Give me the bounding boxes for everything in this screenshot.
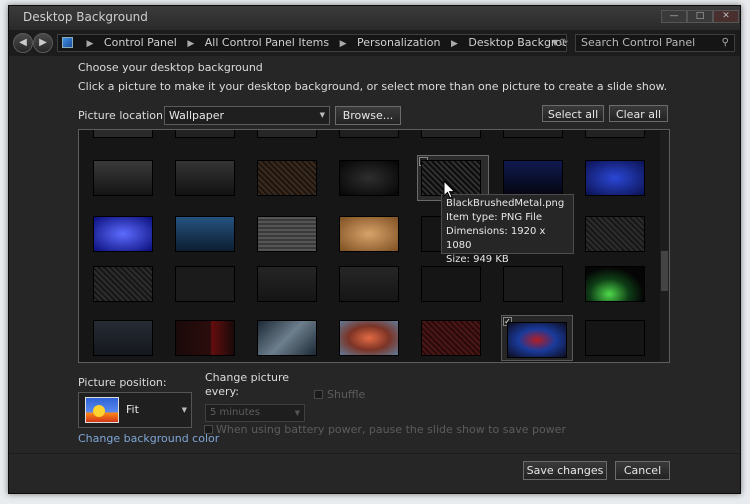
wallpaper-thumbnail[interactable] bbox=[503, 266, 563, 302]
title-bar: Desktop Background — □ ✕ bbox=[9, 6, 740, 30]
wallpaper-thumbnail[interactable] bbox=[257, 320, 317, 356]
wallpaper-thumbnail[interactable] bbox=[175, 160, 235, 196]
breadcrumb-item[interactable]: All Control Panel Items bbox=[205, 35, 329, 51]
page-heading: Choose your desktop background bbox=[78, 61, 263, 74]
page-instructions: Click a picture to make it your desktop … bbox=[78, 80, 668, 93]
picture-position-label: Picture position: bbox=[78, 376, 167, 389]
wallpaper-thumbnail[interactable] bbox=[175, 130, 235, 138]
wallpaper-thumbnail[interactable] bbox=[257, 130, 317, 138]
wallpaper-thumbnail[interactable] bbox=[503, 160, 563, 196]
wallpaper-thumbnail[interactable] bbox=[585, 216, 645, 252]
wallpaper-thumbnail[interactable] bbox=[421, 130, 481, 138]
search-icon: ⚲ bbox=[721, 37, 729, 48]
wallpaper-thumbnail[interactable] bbox=[93, 160, 153, 196]
wallpaper-thumbnail[interactable] bbox=[257, 266, 317, 302]
wallpaper-thumbnail[interactable] bbox=[339, 160, 399, 196]
minimize-button[interactable]: — bbox=[661, 10, 687, 23]
change-picture-label: Change picture every: bbox=[205, 371, 290, 398]
save-changes-button[interactable]: Save changes bbox=[523, 461, 607, 480]
wallpaper-thumbnail[interactable] bbox=[175, 216, 235, 252]
breadcrumb-item[interactable]: Control Panel bbox=[104, 35, 177, 51]
breadcrumb-chevron-icon: ▶ bbox=[86, 39, 94, 49]
search-input[interactable]: Search Control Panel ⚲ bbox=[575, 34, 735, 52]
close-button[interactable]: ✕ bbox=[713, 10, 739, 23]
fit-preview-icon bbox=[85, 397, 119, 423]
wallpaper-thumbnail[interactable] bbox=[175, 320, 235, 356]
wallpaper-thumbnail[interactable] bbox=[585, 130, 645, 138]
mouse-pointer-icon bbox=[443, 180, 456, 199]
picture-location-label: Picture location: bbox=[78, 109, 167, 122]
wallpaper-thumbnail[interactable] bbox=[339, 266, 399, 302]
tooltip-filename: BlackBrushedMetal.png bbox=[446, 198, 565, 209]
maximize-button[interactable]: □ bbox=[687, 10, 713, 23]
battery-pause-label: When using battery power, pause the slid… bbox=[216, 423, 566, 436]
wallpaper-grid: ✓ bbox=[78, 129, 670, 363]
wallpaper-thumbnail[interactable] bbox=[257, 160, 317, 196]
wallpaper-thumbnail[interactable] bbox=[175, 266, 235, 302]
control-panel-icon bbox=[62, 37, 73, 48]
breadcrumb-chevron-icon: ▶ bbox=[187, 39, 195, 49]
cancel-button[interactable]: Cancel bbox=[615, 461, 670, 480]
refresh-icon[interactable]: ⟳ bbox=[559, 36, 568, 49]
footer-divider bbox=[9, 453, 740, 454]
wallpaper-thumbnail[interactable] bbox=[585, 160, 645, 196]
picture-location-select[interactable]: Wallpaper ▼ bbox=[164, 106, 330, 125]
breadcrumb-chevron-icon: ▶ bbox=[339, 39, 347, 49]
browse-button[interactable]: Browse... bbox=[335, 106, 401, 125]
picture-position-value: Fit bbox=[126, 403, 139, 416]
breadcrumb-item[interactable]: Personalization bbox=[357, 35, 440, 51]
file-info-tooltip: BlackBrushedMetal.png Item type: PNG Fil… bbox=[441, 194, 574, 265]
back-button[interactable]: ◀ bbox=[13, 33, 33, 53]
chevron-down-icon: ▼ bbox=[181, 406, 187, 414]
tooltip-item-type: Item type: PNG File bbox=[446, 212, 543, 223]
wallpaper-thumbnail[interactable] bbox=[421, 320, 481, 356]
shuffle-label: Shuffle bbox=[327, 388, 366, 401]
wallpaper-thumbnail[interactable] bbox=[585, 266, 645, 302]
forward-button[interactable]: ▶ bbox=[33, 33, 53, 53]
change-background-color-link[interactable]: Change background color bbox=[78, 432, 219, 445]
address-bar[interactable]: ▶ Control Panel ▶ All Control Panel Item… bbox=[57, 34, 567, 52]
wallpaper-thumbnail[interactable] bbox=[93, 216, 153, 252]
clear-all-button[interactable]: Clear all bbox=[609, 105, 668, 122]
select-all-button[interactable]: Select all bbox=[542, 105, 604, 122]
shuffle-checkbox[interactable] bbox=[314, 390, 323, 399]
change-interval-select[interactable]: 5 minutes ▼ bbox=[205, 404, 305, 422]
search-placeholder: Search Control Panel bbox=[581, 36, 696, 49]
navigation-bar: ◀ ▶ ▶ Control Panel ▶ All Control Panel … bbox=[9, 30, 740, 56]
wallpaper-thumbnail[interactable] bbox=[339, 130, 399, 138]
grid-scrollbar[interactable] bbox=[660, 131, 669, 362]
tooltip-size: Size: 949 KB bbox=[446, 254, 509, 265]
breadcrumb-chevron-icon: ▶ bbox=[450, 39, 458, 49]
back-arrow-icon: ◀ bbox=[19, 37, 27, 48]
wallpaper-thumbnail[interactable] bbox=[93, 266, 153, 302]
window-title: Desktop Background bbox=[23, 10, 148, 24]
chevron-down-icon: ▼ bbox=[319, 111, 325, 119]
address-dropdown-icon[interactable]: ▼ bbox=[552, 35, 558, 51]
tooltip-dimensions: Dimensions: 1920 x 1080 bbox=[446, 226, 546, 251]
chevron-down-icon: ▼ bbox=[294, 409, 300, 417]
wallpaper-thumbnail-selected[interactable] bbox=[507, 322, 567, 358]
picture-position-select[interactable]: Fit ▼ bbox=[78, 392, 192, 428]
picture-location-value: Wallpaper bbox=[169, 109, 225, 122]
scrollbar-thumb[interactable] bbox=[661, 251, 668, 291]
wallpaper-thumbnail[interactable] bbox=[339, 216, 399, 252]
wallpaper-thumbnail[interactable] bbox=[257, 216, 317, 252]
desktop-background-window: Desktop Background — □ ✕ ◀ ▶ ▶ Control P… bbox=[8, 5, 741, 494]
wallpaper-thumbnail[interactable] bbox=[93, 320, 153, 356]
wallpaper-thumbnail[interactable] bbox=[93, 130, 153, 138]
wallpaper-thumbnail[interactable] bbox=[585, 320, 645, 356]
forward-arrow-icon: ▶ bbox=[39, 37, 47, 48]
wallpaper-thumbnail[interactable] bbox=[339, 320, 399, 356]
interval-value: 5 minutes bbox=[210, 407, 261, 418]
wallpaper-thumbnail[interactable] bbox=[421, 266, 481, 302]
wallpaper-thumbnail[interactable] bbox=[503, 130, 563, 138]
